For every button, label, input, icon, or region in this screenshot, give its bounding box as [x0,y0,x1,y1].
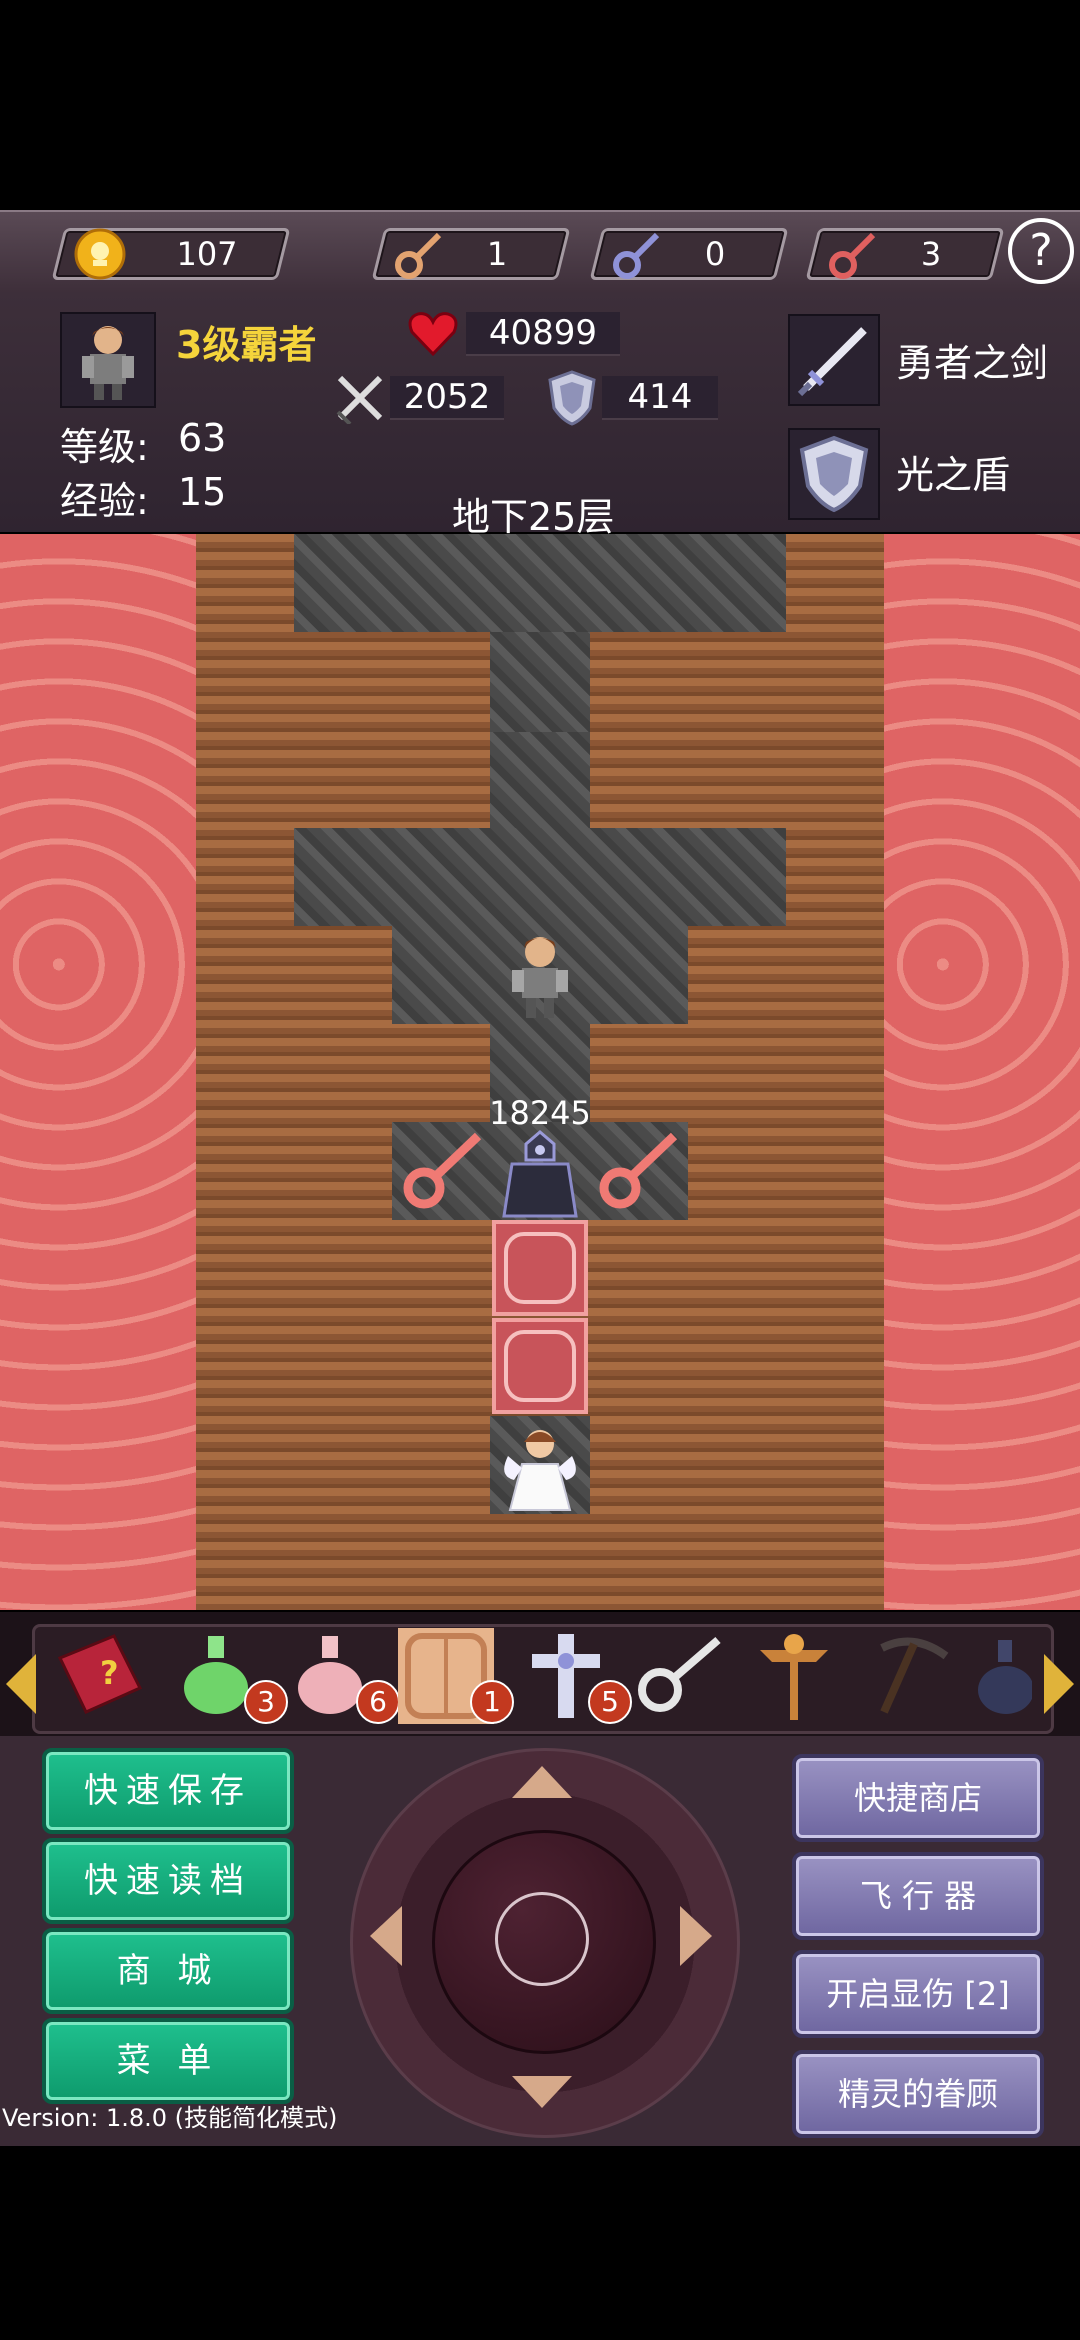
red-key-value: 3 [920,235,942,273]
yellow-key-value: 1 [486,235,508,273]
game-map[interactable]: 18245 [0,534,1080,1610]
attack-swords-icon [334,372,386,426]
blue-potion-icon [978,1640,1034,1714]
book-icon: ? [57,1634,143,1714]
level-value: 63 [178,416,227,460]
svg-text:?: ? [100,1654,119,1692]
red-door[interactable] [492,1318,588,1414]
dark-knight-enemy[interactable] [494,1126,586,1220]
flyer-button[interactable]: 飞 行 器 [792,1852,1044,1940]
stone-floor [294,534,786,632]
shield-slot[interactable] [788,428,880,520]
yellow-key-counter: 1 [371,227,571,281]
key-item[interactable] [634,1628,730,1724]
hero-status-panel: 3级霸者 40899 2052 414 等级: 63 经验: 15 地下25层 … [0,292,1080,539]
quick-save-button[interactable]: 快速保存 [42,1748,294,1834]
item-scroll-right-arrow-icon[interactable] [1044,1654,1074,1714]
hero-avatar-icon [82,326,134,400]
door-item-count: 1 [470,1680,514,1724]
defense-shield-icon [546,370,598,426]
dpad-left-arrow-icon[interactable] [370,1906,402,1966]
store-button[interactable]: 商 城 [42,1928,294,2014]
hp-value: 40899 [466,312,620,356]
weapon-name: 勇者之剑 [896,341,1049,385]
blue-potion-item[interactable] [972,1628,1034,1724]
gold-coin-icon [73,227,127,281]
fairy-npc[interactable] [494,1416,586,1514]
show-damage-button[interactable]: 开启显伤 [2] [792,1950,1044,2038]
red-key-pickup-icon[interactable] [398,1126,488,1216]
attack-value: 2052 [390,376,504,420]
red-key-counter: 3 [805,227,1005,281]
exp-label: 经验: [60,479,149,523]
shield-name: 光之盾 [896,453,1011,497]
stone-floor [490,632,590,732]
shield-icon [799,435,869,513]
lava-right [884,534,1080,1610]
red-key-icon [827,227,881,281]
staff-item[interactable] [746,1628,842,1724]
defense-value: 414 [602,376,718,420]
help-button[interactable]: ? [1008,218,1074,284]
pink-potion-count: 6 [356,1680,400,1724]
pickaxe-icon [880,1637,949,1714]
blue-key-counter: 0 [589,227,789,281]
hero-portrait [60,312,156,408]
hero-title: 3级霸者 [176,323,317,367]
exp-value: 15 [178,470,227,514]
gold-counter: 107 [51,227,291,281]
dpad-down-arrow-icon[interactable] [512,2076,572,2108]
silver-key-icon [638,1636,721,1712]
dpad-center-ring [495,1892,589,1986]
blue-key-icon [611,227,665,281]
yellow-key-icon [393,227,447,281]
monster-manual-item[interactable]: ? [52,1628,148,1724]
quick-shop-button[interactable]: 快捷商店 [792,1754,1044,1842]
lava-left [0,534,196,1610]
staff-icon [760,1634,828,1720]
fairy-blessing-button[interactable]: 精灵的眷顾 [792,2050,1044,2138]
holy-cross-count: 5 [588,1680,632,1724]
floor-label: 地下25层 [452,495,615,539]
hero-sprite [494,926,586,1024]
version-label: Version: 1.8.0 (技能简化模式) [2,2104,338,2132]
resource-bar: 107 1 0 3 [0,210,1080,294]
gold-value: 107 [176,235,238,273]
menu-button[interactable]: 菜 单 [42,2018,294,2104]
red-door[interactable] [492,1220,588,1316]
stone-floor [294,828,786,926]
quick-load-button[interactable]: 快速读档 [42,1838,294,1924]
dpad-right-arrow-icon[interactable] [680,1906,712,1966]
item-scroll-left-arrow-icon[interactable] [6,1654,36,1714]
dpad-up-arrow-icon[interactable] [512,1766,572,1798]
pickaxe-item[interactable] [862,1628,958,1724]
sword-icon [797,327,867,397]
heart-icon [406,306,460,360]
stone-floor [490,732,590,828]
red-key-pickup-icon[interactable] [594,1126,684,1216]
blue-key-value: 0 [704,235,726,273]
level-label: 等级: [60,425,149,469]
weapon-slot[interactable] [788,314,880,406]
